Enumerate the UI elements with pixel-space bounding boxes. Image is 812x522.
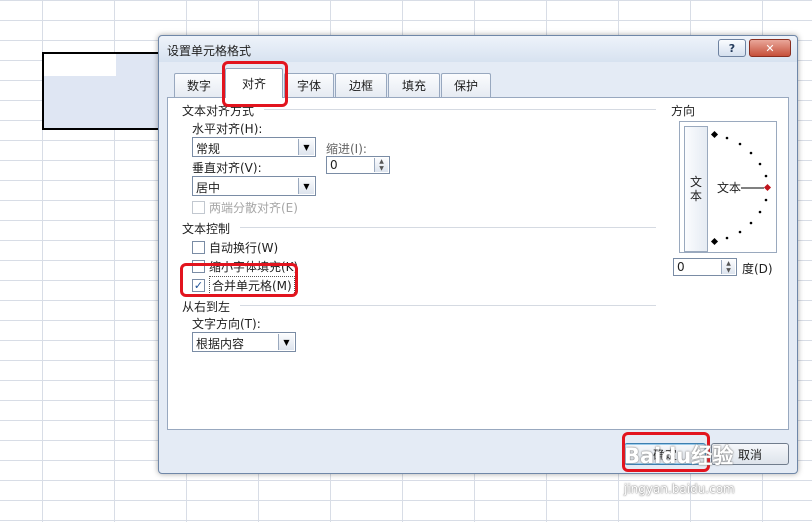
tab-alignment[interactable]: 对齐 <box>225 68 283 98</box>
wrap-text-checkbox[interactable] <box>192 240 205 254</box>
dialog-title: 设置单元格格式 <box>167 44 252 58</box>
spin-arrows-icon[interactable]: ▲ ▼ <box>721 260 735 274</box>
selected-cell-range[interactable] <box>42 52 168 130</box>
orientation-tick <box>710 130 719 139</box>
distributed-label: 两端分散对齐(E) <box>209 200 298 215</box>
spin-arrows-icon[interactable]: ▲ ▼ <box>374 158 388 172</box>
vertical-align-label: 垂直对齐(V): <box>192 161 262 175</box>
text-direction-select[interactable]: 根据内容 ▼ <box>192 332 296 352</box>
help-icon: ? <box>728 41 736 55</box>
merge-cells-row[interactable]: ✓ 合并单元格(M) <box>192 275 295 295</box>
orientation-tick <box>749 221 753 225</box>
watermark-url: jingyan.baidu.com <box>624 482 735 496</box>
vertical-align-select[interactable]: 居中 ▼ <box>192 176 316 196</box>
orientation-tick <box>764 198 768 202</box>
orientation-handle <box>763 183 772 192</box>
format-cells-dialog: 设置单元格格式 ? ✕ 数字 对齐 字体 边框 填充 保护 文本对齐方式 水平对… <box>158 35 798 474</box>
vertical-text-button[interactable]: 文 本 <box>684 126 708 252</box>
tab-fill[interactable]: 填充 <box>388 73 440 97</box>
horizontal-align-value: 常规 <box>196 142 221 156</box>
chevron-down-icon[interactable]: ▼ <box>278 334 294 350</box>
horizontal-align-select[interactable]: 常规 ▼ <box>192 137 316 157</box>
chevron-down-icon[interactable]: ▼ <box>298 178 314 194</box>
orientation-tick <box>710 237 719 246</box>
text-direction-value: 根据内容 <box>196 337 245 351</box>
orientation-tick <box>738 230 742 234</box>
indent-stepper[interactable]: 0 ▲ ▼ <box>326 156 390 174</box>
orientation-box[interactable]: 文 本 文本 <box>679 121 777 253</box>
horizontal-align-label: 水平对齐(H): <box>192 122 263 136</box>
alignment-panel: 文本对齐方式 水平对齐(H): 常规 ▼ 缩进(I): 0 ▲ ▼ 垂直对齐(V)… <box>167 97 789 430</box>
text-control-section-title: 文本控制 <box>182 222 231 236</box>
degrees-value: 0 <box>677 260 685 274</box>
tab-protection[interactable]: 保护 <box>441 73 491 97</box>
shrink-to-fit-label: 缩小字体填充(K) <box>209 259 299 274</box>
text-direction-label: 文字方向(T): <box>192 317 261 331</box>
shrink-to-fit-checkbox[interactable] <box>192 259 205 273</box>
indent-value: 0 <box>330 158 338 172</box>
orientation-tick <box>758 162 762 166</box>
rtl-section-title: 从右到左 <box>182 300 231 314</box>
tab-number[interactable]: 数字 <box>174 73 224 97</box>
orientation-tick <box>725 236 729 240</box>
shrink-to-fit-row[interactable]: 缩小字体填充(K) <box>192 257 298 275</box>
orientation-tick <box>758 210 762 214</box>
orientation-tick <box>749 151 753 155</box>
dialog-titlebar: 设置单元格格式 ? ✕ <box>159 36 797 62</box>
vertical-align-value: 居中 <box>196 181 221 195</box>
active-cell[interactable] <box>44 54 116 76</box>
section-divider <box>240 227 656 228</box>
distributed-checkbox-row: 两端分散对齐(E) <box>192 198 298 216</box>
orientation-text-label: 文本 <box>717 179 742 196</box>
merge-cells-label: 合并单元格(M) <box>209 275 295 295</box>
vertical-text-char: 本 <box>689 189 702 203</box>
tab-font[interactable]: 字体 <box>284 73 334 97</box>
wrap-text-label: 自动换行(W) <box>209 240 279 255</box>
degrees-stepper[interactable]: 0 ▲ ▼ <box>673 258 737 276</box>
orientation-title: 方向 <box>671 104 696 118</box>
distributed-checkbox <box>192 200 205 214</box>
close-icon: ✕ <box>765 41 775 55</box>
tab-border[interactable]: 边框 <box>335 73 387 97</box>
wrap-text-row[interactable]: 自动换行(W) <box>192 238 278 256</box>
help-button[interactable]: ? <box>718 39 746 57</box>
close-button[interactable]: ✕ <box>749 39 791 57</box>
orientation-tick <box>725 136 729 140</box>
section-divider <box>264 109 656 110</box>
orientation-tick <box>764 174 768 178</box>
merge-cells-checkbox[interactable]: ✓ <box>192 278 205 292</box>
orientation-tick <box>738 142 742 146</box>
chevron-down-icon[interactable]: ▼ <box>298 139 314 155</box>
section-divider <box>240 305 656 306</box>
degrees-label: 度(D) <box>742 262 773 276</box>
text-alignment-section-title: 文本对齐方式 <box>182 104 255 118</box>
watermark-logo: Baidu经验 <box>624 444 734 468</box>
indent-label: 缩进(I): <box>326 142 367 156</box>
vertical-text-char: 文 <box>689 175 702 189</box>
